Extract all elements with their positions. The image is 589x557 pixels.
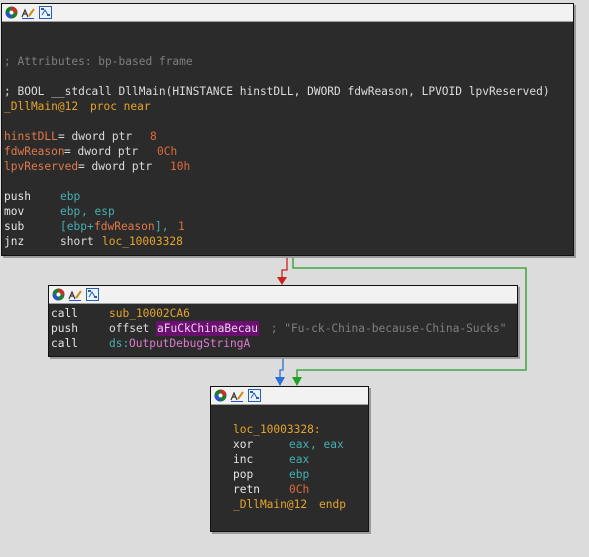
endp-name[interactable]: _DllMain@12 [233,497,307,512]
mnemonic: xor [233,438,254,451]
import-function[interactable]: OutputDebugStringA [129,336,250,351]
operand-register: , eax [310,438,344,451]
function-prototype: ; BOOL __stdcall DllMain(HINSTANCE hinst… [4,85,550,98]
proc-keyword: proc near [90,100,151,113]
node-header [2,4,573,22]
stack-var-offset: 10h [170,160,191,173]
operand-memory-close: ], [155,220,176,233]
block-label[interactable]: loc_10003328: [233,422,321,437]
operand-memory: [ebp+ [60,220,94,233]
operand-keyword: short [60,235,101,248]
stack-var-offset: 8 [150,130,157,143]
string-comment: ; "Fu-ck-China-because-China-Sucks" [264,322,507,335]
node-color-icon[interactable] [51,288,65,302]
segment-prefix: ds: [109,337,130,350]
operand-var-ref[interactable]: fdwReason [94,219,155,234]
mnemonic: sub [4,220,25,233]
string-ref-highlighted[interactable]: aFuCkChinaBecau [156,321,260,336]
endp-keyword: endp [319,498,346,511]
group-nodes-icon[interactable] [38,6,52,20]
graph-node-loc-10003328[interactable]: loc_10003328: xor eax , eax inc eax pop … [210,386,369,532]
node-color-icon[interactable] [213,389,227,403]
node-color-icon[interactable] [4,6,18,20]
stack-var-name[interactable]: hinstDLL [4,129,58,144]
operand-register: eax [289,438,310,451]
mnemonic: pop [233,468,254,481]
rename-icon[interactable] [68,288,82,302]
mnemonic: jnz [4,235,25,248]
node-header [211,387,368,405]
jump-target-label[interactable]: loc_10003328 [102,234,183,249]
operand-immediate: 0Ch [289,483,310,496]
mnemonic: retn [233,483,260,496]
mnemonic: call [51,337,78,350]
operand-register: ebp [60,190,81,203]
group-nodes-icon[interactable] [247,389,261,403]
stack-var-offset: 0Ch [157,145,178,158]
stack-var-name[interactable]: fdwReason [4,144,65,159]
operand-keyword: offset [109,322,157,335]
operand-immediate: 1 [178,220,185,233]
operand-register: eax [289,453,310,466]
rename-icon[interactable] [230,389,244,403]
stack-var-type: = dword ptr [64,145,139,158]
mnemonic: mov [4,205,25,218]
graph-node-dllmain[interactable]: ; Attributes: bp-based frame ; BOOL __st… [1,3,574,256]
attributes-comment: ; Attributes: bp-based frame [4,55,193,68]
proc-name[interactable]: _DllMain@12 [4,99,78,114]
group-nodes-icon[interactable] [85,288,99,302]
call-target[interactable]: sub_10002CA6 [109,306,190,321]
mnemonic: push [4,190,31,203]
stack-var-type: = dword ptr [58,130,133,143]
node-header [49,286,517,304]
operand-register: ebp [60,205,81,218]
mnemonic: call [51,307,78,320]
mnemonic: inc [233,453,254,466]
stack-var-name[interactable]: lpvReserved [4,159,78,174]
operand-register: , esp [81,205,115,218]
graph-node-debug-output[interactable]: call sub_10002CA6 push offset aFuCkChina… [48,285,518,357]
mnemonic: push [51,322,78,335]
stack-var-type: = dword ptr [78,160,153,173]
rename-icon[interactable] [21,6,35,20]
operand-register: ebp [289,468,310,481]
